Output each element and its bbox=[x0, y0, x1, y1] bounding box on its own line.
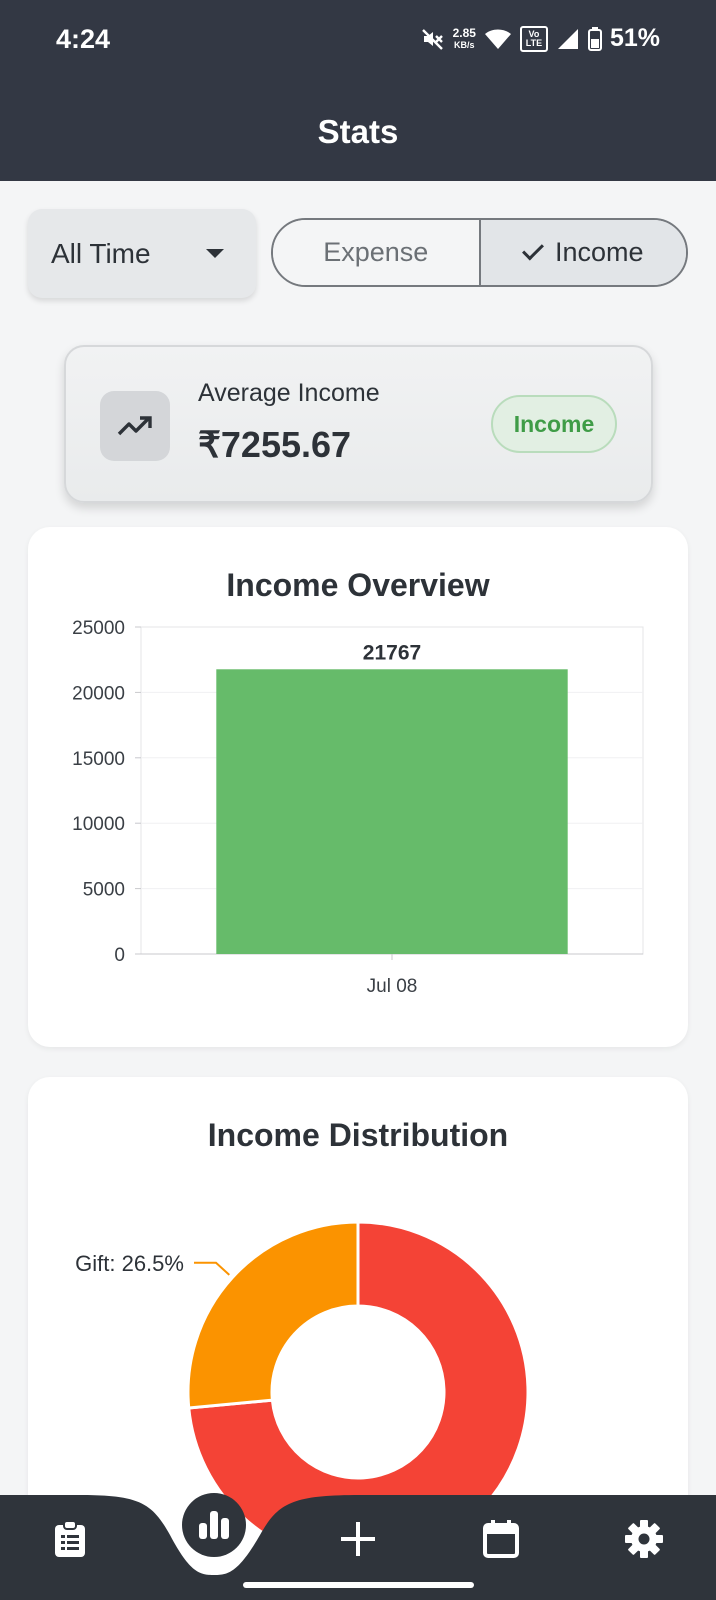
bar-value-label: 21767 bbox=[363, 641, 421, 664]
income-badge: Income bbox=[491, 395, 617, 453]
nav-stats[interactable] bbox=[182, 1493, 246, 1557]
trending-up-icon bbox=[100, 391, 170, 461]
y-tick-label: 20000 bbox=[72, 683, 125, 704]
bar-chart-icon bbox=[199, 1511, 229, 1539]
average-value: ₹7255.67 bbox=[198, 424, 352, 465]
type-toggle: Expense Income bbox=[271, 218, 688, 287]
nav-settings[interactable] bbox=[622, 1517, 666, 1561]
status-time: 4:24 bbox=[56, 24, 111, 54]
nav-calendar[interactable] bbox=[479, 1517, 523, 1561]
income-segment[interactable]: Income bbox=[480, 220, 686, 285]
battery-level: 51% bbox=[609, 24, 660, 52]
volte-icon: Vo LTE bbox=[519, 25, 548, 52]
average-label: Average Income bbox=[198, 379, 380, 407]
calendar-icon bbox=[483, 1520, 519, 1558]
mute-icon bbox=[421, 28, 443, 50]
overview-card: Income Overview 0 5000 10000 15000 20000 2500… bbox=[28, 527, 688, 1047]
expense-segment[interactable]: Expense bbox=[273, 220, 481, 285]
clipboard-list-icon bbox=[55, 1520, 85, 1557]
dropdown-caret-icon bbox=[206, 249, 224, 258]
y-tick-label: 10000 bbox=[72, 814, 125, 835]
slice-label-gift: Gift: 26.5% bbox=[75, 1251, 184, 1276]
gear-icon bbox=[625, 1520, 663, 1558]
period-dropdown[interactable]: All Time bbox=[28, 209, 256, 298]
battery-icon bbox=[587, 26, 602, 51]
y-tick-label: 0 bbox=[114, 945, 125, 966]
net-speed: 2.85 KB/s bbox=[452, 25, 476, 50]
slice-label-leader bbox=[193, 1261, 230, 1276]
app-header: 4:24 2.85 KB/s Vo LTE 51% Stats bbox=[0, 0, 716, 181]
y-tick-label: 5000 bbox=[83, 880, 125, 901]
average-card: Average Income ₹7255.67 Income bbox=[64, 345, 653, 503]
income-bar-chart: 0 5000 10000 15000 20000 25000 21767 Jul 08 bbox=[72, 618, 644, 997]
signal-icon bbox=[557, 28, 578, 49]
period-value: All Time bbox=[51, 237, 151, 269]
check-icon bbox=[522, 238, 544, 261]
slice-gift bbox=[186, 1220, 360, 1410]
y-tick-label: 25000 bbox=[72, 618, 125, 639]
home-indicator[interactable] bbox=[243, 1582, 474, 1588]
bar bbox=[216, 669, 568, 954]
page-title: Stats bbox=[317, 113, 399, 150]
wifi-icon bbox=[484, 29, 511, 49]
y-tick-label: 15000 bbox=[72, 749, 125, 770]
status-icons: 2.85 KB/s Vo LTE 51% bbox=[421, 24, 660, 53]
nav-transactions[interactable] bbox=[48, 1517, 92, 1561]
plus-icon bbox=[341, 1522, 375, 1556]
nav-add[interactable] bbox=[336, 1517, 380, 1561]
x-tick-label: Jul 08 bbox=[367, 976, 418, 997]
